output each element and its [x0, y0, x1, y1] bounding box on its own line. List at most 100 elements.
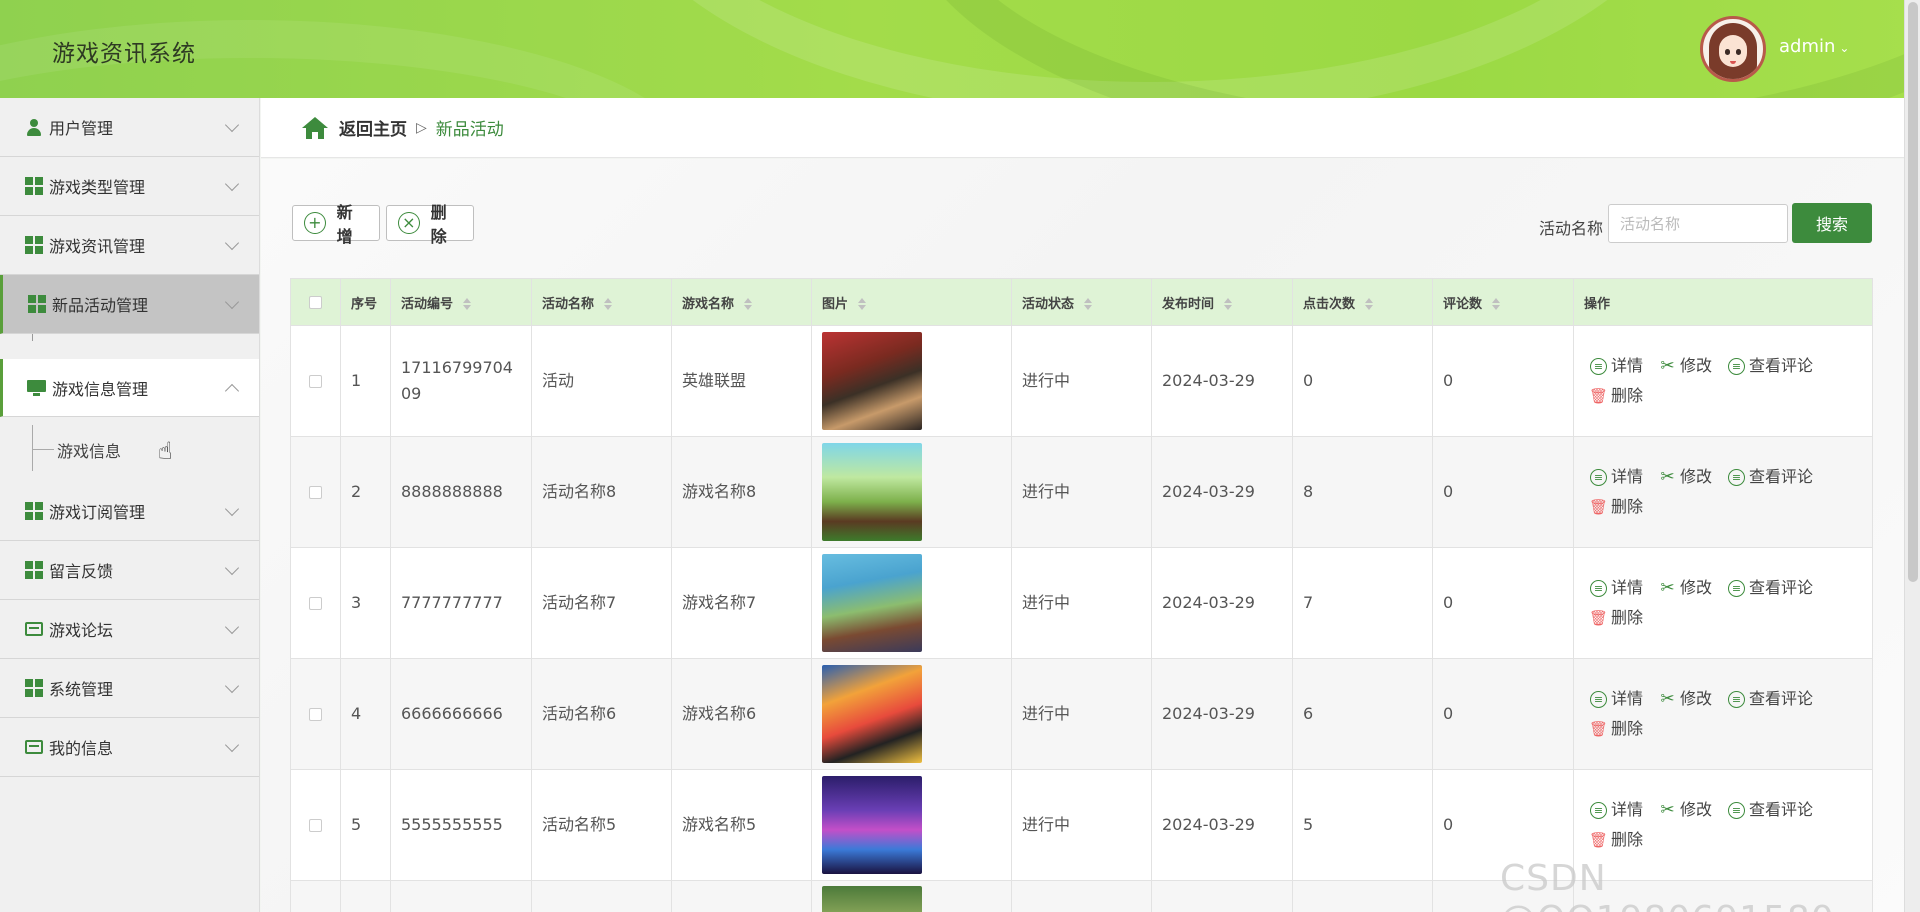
wrench-icon: ✂: [1660, 577, 1675, 598]
activity-thumbnail[interactable]: [822, 665, 922, 763]
cell-index: 4: [340, 658, 391, 770]
sidebar-item-subscription[interactable]: 游戏订阅管理: [0, 482, 259, 541]
activity-thumbnail[interactable]: [822, 554, 922, 652]
row-checkbox[interactable]: [309, 708, 322, 722]
detail-button[interactable]: ≡ 详情: [1590, 573, 1643, 603]
sort-icon[interactable]: [1365, 298, 1374, 310]
sort-icon[interactable]: [1492, 298, 1501, 310]
breadcrumb: 返回主页 ▷ 新品活动: [261, 98, 1920, 158]
row-delete-button[interactable]: 🗑 删除: [1589, 825, 1643, 855]
row-delete-button[interactable]: 🗑 删除: [1589, 381, 1643, 411]
chevron-down-icon: [224, 235, 240, 251]
column-header[interactable]: 活动名称: [531, 278, 672, 326]
edit-button[interactable]: ✂ 修改: [1659, 795, 1712, 825]
activity-thumbnail[interactable]: [822, 443, 922, 541]
submenu-spacer: [0, 334, 259, 359]
sidebar-item-new-activity[interactable]: 新品活动管理: [0, 275, 259, 334]
sidebar-subitem-game-info[interactable]: 游戏信息: [0, 417, 259, 482]
view-comments-button[interactable]: ≡ 查看评论: [1728, 795, 1813, 825]
breadcrumb-home-link[interactable]: 返回主页: [339, 115, 407, 140]
sidebar-item-label: 游戏订阅管理: [49, 503, 146, 522]
edit-button[interactable]: ✂ 修改: [1659, 684, 1712, 714]
activity-thumbnail[interactable]: [822, 776, 922, 874]
column-header[interactable]: 活动编号: [390, 278, 532, 326]
sort-icon[interactable]: [463, 298, 472, 310]
view-comments-button[interactable]: ≡ 查看评论: [1728, 462, 1813, 492]
detail-button[interactable]: ≡ 详情: [1590, 795, 1643, 825]
row-checkbox[interactable]: [309, 375, 322, 389]
sidebar-item-game-news[interactable]: 游戏资讯管理: [0, 216, 259, 275]
column-header[interactable]: 图片: [811, 278, 1012, 326]
page-scrollbar[interactable]: [1904, 0, 1920, 912]
sort-icon[interactable]: [1224, 298, 1233, 310]
comment-icon: ≡: [1728, 357, 1746, 375]
select-all-checkbox[interactable]: [309, 295, 322, 309]
sidebar-item-system[interactable]: 系统管理: [0, 659, 259, 718]
sidebar-item-label: 系统管理: [49, 680, 114, 699]
username: admin: [1779, 36, 1836, 57]
row-delete-button[interactable]: 🗑 删除: [1589, 603, 1643, 633]
view-comments-button[interactable]: ≡ 查看评论: [1728, 684, 1813, 714]
edit-button[interactable]: ✂ 修改: [1659, 573, 1712, 603]
sidebar-item-game-type[interactable]: 游戏类型管理: [0, 157, 259, 216]
row-checkbox[interactable]: [309, 597, 322, 611]
sort-icon[interactable]: [858, 298, 867, 310]
scrollbar-thumb[interactable]: [1908, 2, 1918, 582]
search-button[interactable]: 搜索: [1792, 203, 1872, 243]
sort-icon[interactable]: [1084, 298, 1093, 310]
cell-status: 进行中: [1011, 325, 1152, 437]
table-header-row: 序号 活动编号 活动名称 游戏名称 图片 活动状态 发布时间 点击次数 评论数 …: [290, 278, 1873, 326]
grid-icon: [24, 177, 43, 196]
cell-name: 活动名称7: [531, 547, 672, 659]
column-header[interactable]: 活动状态: [1011, 278, 1152, 326]
detail-button[interactable]: ≡ 详情: [1590, 351, 1643, 381]
row-delete-button[interactable]: 🗑 删除: [1589, 492, 1643, 522]
chevron-down-icon: [224, 560, 240, 576]
cell-clicks: 7: [1292, 547, 1433, 659]
sidebar-item-forum[interactable]: 游戏论坛: [0, 600, 259, 659]
cell-image: [811, 436, 1012, 548]
user-menu[interactable]: admin ⌄: [1779, 36, 1849, 57]
activity-thumbnail[interactable]: [822, 332, 922, 430]
cell-code: 5555555555: [390, 769, 532, 881]
column-header[interactable]: 发布时间: [1151, 278, 1293, 326]
monitor-icon: [27, 378, 46, 397]
edit-button[interactable]: ✂ 修改: [1659, 351, 1712, 381]
detail-icon: ≡: [1590, 579, 1607, 597]
column-header[interactable]: 点击次数: [1292, 278, 1433, 326]
edit-button[interactable]: ✂ 修改: [1659, 462, 1712, 492]
avatar[interactable]: [1700, 16, 1766, 82]
cell-status: 进行中: [1011, 658, 1152, 770]
sidebar-item-user-management[interactable]: 用户管理: [0, 98, 259, 157]
add-button[interactable]: + 新增: [292, 203, 380, 246]
sidebar-item-my-info[interactable]: 我的信息: [0, 718, 259, 777]
sidebar-item-feedback[interactable]: 留言反馈: [0, 541, 259, 600]
home-icon[interactable]: [301, 116, 329, 140]
cell-date: 2024-03-29: [1151, 325, 1293, 437]
chevron-down-icon: ⌄: [1839, 41, 1850, 55]
cell-date: 2024-03-29: [1151, 658, 1293, 770]
row-delete-button[interactable]: 🗑 删除: [1589, 714, 1643, 744]
comment-icon: ≡: [1728, 801, 1746, 819]
view-comments-button[interactable]: ≡ 查看评论: [1728, 573, 1813, 603]
delete-button[interactable]: × 删除: [386, 203, 474, 246]
row-checkbox[interactable]: [309, 486, 322, 500]
column-header[interactable]: 游戏名称: [671, 278, 812, 326]
sort-icon[interactable]: [744, 298, 753, 310]
sidebar-item-game-info[interactable]: 游戏信息管理: [0, 359, 259, 417]
detail-button[interactable]: ≡ 详情: [1590, 462, 1643, 492]
activity-thumbnail[interactable]: [822, 885, 922, 912]
column-header[interactable]: 评论数: [1432, 278, 1574, 326]
cell-clicks: 0: [1292, 325, 1433, 437]
row-checkbox[interactable]: [309, 819, 322, 833]
main-content: + 新增 × 删除 活动名称 搜索 序号 活动编号 活动名称 游戏名称 图片 活…: [261, 159, 1920, 912]
cell-image: [811, 880, 1012, 912]
column-header: 序号: [340, 278, 391, 326]
detail-button[interactable]: ≡ 详情: [1590, 684, 1643, 714]
cell-comments: 0: [1432, 436, 1574, 548]
cell-status: 进行中: [1011, 769, 1152, 881]
sort-icon[interactable]: [604, 298, 613, 310]
view-comments-button[interactable]: ≡ 查看评论: [1728, 351, 1813, 381]
grid-icon: [24, 561, 43, 580]
search-input[interactable]: [1608, 204, 1788, 243]
